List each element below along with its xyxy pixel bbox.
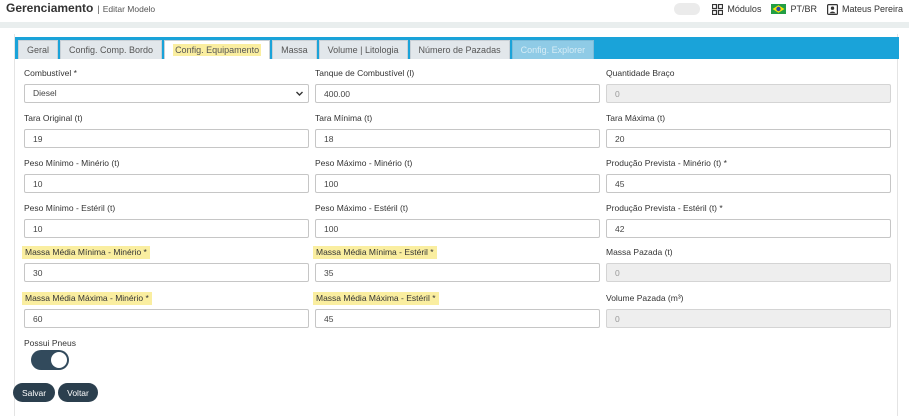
tab-label: Config. Equipamento (173, 44, 262, 56)
tara-original-field: Tara Original (t) (24, 112, 309, 148)
chevron-down-icon (296, 91, 303, 96)
label-text: Massa Média Máxima - Minério * (22, 292, 152, 305)
tara-minima-label: Tara Mínima (t) (315, 113, 373, 123)
massa-media-max-minerio-field: Massa Média Máxima - Minério * (22, 292, 309, 328)
tara-maxima-input[interactable] (606, 129, 891, 148)
label-text: Massa Média Máxima - Estéril * (313, 292, 439, 305)
massa-media-max-esteril-field: Massa Média Máxima - Estéril * (313, 292, 600, 328)
tara-original-label: Tara Original (t) (24, 113, 83, 123)
toggle-knob (51, 352, 67, 368)
peso-max-minerio-field: Peso Máximo - Minério (t) (315, 157, 600, 193)
quantidade-braco-field: Quantidade Braço (606, 67, 891, 103)
save-button[interactable]: Salvar (13, 383, 55, 402)
quantidade-braco-label: Quantidade Braço (606, 68, 675, 78)
producao-prev-minerio-field: Produção Prevista - Minério (t) * (606, 157, 891, 193)
producao-prev-esteril-input[interactable] (606, 219, 891, 238)
tab-config-equipamento[interactable]: Config. Equipamento (164, 40, 271, 59)
possui-pneus-toggle[interactable] (31, 350, 69, 370)
tab-numero-pazadas[interactable]: Número de Pazadas (409, 40, 510, 59)
title-separator: | (97, 4, 100, 14)
top-right-nav: Módulos PT/BR Mateus Pereira (674, 2, 909, 16)
language-selector[interactable]: PT/BR (771, 4, 817, 14)
user-name: Mateus Pereira (841, 4, 903, 14)
combustivel-field: Combustível * Diesel (24, 67, 309, 103)
massa-media-max-minerio-input[interactable] (24, 309, 309, 328)
producao-prev-esteril-label: Produção Prevista - Estéril (t) * (606, 203, 723, 213)
brazil-flag-icon (771, 4, 787, 14)
producao-prev-minerio-input[interactable] (606, 174, 891, 193)
massa-pazada-input (606, 263, 891, 282)
back-button[interactable]: Voltar (58, 383, 98, 402)
tab-geral[interactable]: Geral (18, 40, 59, 59)
peso-min-minerio-label: Peso Mínimo - Minério (t) (24, 158, 120, 168)
page-subtitle: Editar Modelo (102, 4, 156, 14)
peso-min-esteril-label: Peso Mínimo - Estéril (t) (24, 203, 116, 213)
peso-max-esteril-input[interactable] (315, 219, 600, 238)
tab-label: Config. Comp. Bordo (69, 45, 154, 55)
volume-pazada-label: Volume Pazada (m³) (606, 293, 684, 303)
possui-pneus-field: Possui Pneus (24, 337, 309, 349)
tara-maxima-field: Tara Máxima (t) (606, 112, 891, 148)
massa-media-max-esteril-label: Massa Média Máxima - Estéril * (313, 292, 600, 305)
massa-pazada-label: Massa Pazada (t) (606, 247, 673, 257)
producao-prev-esteril-field: Produção Prevista - Estéril (t) * (606, 202, 891, 238)
tab-label: Massa (281, 45, 308, 55)
app-title: Gerenciamento (6, 1, 94, 15)
peso-min-esteril-field: Peso Mínimo - Estéril (t) (24, 202, 309, 238)
user-menu[interactable]: Mateus Pereira (826, 3, 903, 15)
tab-config-explorer: Config. Explorer (511, 40, 595, 59)
volume-pazada-field: Volume Pazada (m³) (606, 292, 891, 328)
peso-min-minerio-field: Peso Mínimo - Minério (t) (24, 157, 309, 193)
notification-pill[interactable] (674, 3, 701, 15)
page-title: Gerenciamento | Editar Modelo (6, 1, 155, 15)
user-icon (826, 3, 838, 15)
massa-media-min-esteril-label: Massa Média Mínima - Estéril * (313, 246, 600, 259)
massa-media-max-minerio-label: Massa Média Máxima - Minério * (22, 292, 309, 305)
possui-pneus-label: Possui Pneus (24, 338, 76, 348)
tab-label: Número de Pazadas (418, 45, 501, 55)
label-text: Massa Média Mínima - Minério * (22, 246, 150, 259)
volume-pazada-input (606, 309, 891, 328)
massa-pazada-field: Massa Pazada (t) (606, 246, 891, 282)
top-bar: Gerenciamento | Editar Modelo Módulos PT… (0, 0, 909, 22)
modules-label: Módulos (727, 4, 762, 14)
tab-label: Geral (27, 45, 50, 55)
massa-media-min-minerio-field: Massa Média Mínima - Minério * (22, 246, 309, 282)
tab-label: Volume | Litologia (327, 45, 399, 55)
tara-minima-input[interactable] (315, 129, 600, 148)
tab-massa[interactable]: Massa (272, 40, 317, 59)
massa-media-min-minerio-label: Massa Média Mínima - Minério * (22, 246, 309, 259)
massa-media-min-esteril-field: Massa Média Mínima - Estéril * (313, 246, 600, 282)
tab-label: Config. Explorer (520, 45, 586, 55)
tara-maxima-label: Tara Máxima (t) (606, 113, 666, 123)
language-label: PT/BR (790, 4, 817, 14)
combustivel-label: Combustível * (24, 68, 77, 78)
peso-min-minerio-input[interactable] (24, 174, 309, 193)
tanque-field: Tanque de Combustível (l) (315, 67, 600, 103)
peso-max-minerio-input[interactable] (315, 174, 600, 193)
peso-max-minerio-label: Peso Máximo - Minério (t) (315, 158, 413, 168)
massa-media-min-esteril-input[interactable] (315, 263, 600, 282)
peso-max-esteril-field: Peso Máximo - Estéril (t) (315, 202, 600, 238)
tab-volume-litologia[interactable]: Volume | Litologia (318, 40, 408, 59)
header-divider (0, 22, 909, 28)
massa-media-min-minerio-input[interactable] (24, 263, 309, 282)
producao-prev-minerio-label: Produção Prevista - Minério (t) * (606, 158, 727, 168)
tanque-label: Tanque de Combustível (l) (315, 68, 415, 78)
combustivel-select[interactable]: Diesel (24, 84, 309, 103)
combustivel-value: Diesel (33, 88, 57, 98)
modules-menu[interactable]: Módulos (712, 3, 762, 15)
massa-media-max-esteril-input[interactable] (315, 309, 600, 328)
grid-icon (712, 3, 724, 15)
tara-original-input[interactable] (24, 129, 309, 148)
tara-minima-field: Tara Mínima (t) (315, 112, 600, 148)
peso-min-esteril-input[interactable] (24, 219, 309, 238)
label-text: Massa Média Mínima - Estéril * (313, 246, 437, 259)
tanque-input[interactable] (315, 84, 600, 103)
peso-max-esteril-label: Peso Máximo - Estéril (t) (315, 203, 409, 213)
quantidade-braco-input (606, 84, 891, 103)
tab-config-comp-bordo[interactable]: Config. Comp. Bordo (60, 40, 163, 59)
tab-bar: Geral Config. Comp. Bordo Config. Equipa… (15, 37, 899, 59)
